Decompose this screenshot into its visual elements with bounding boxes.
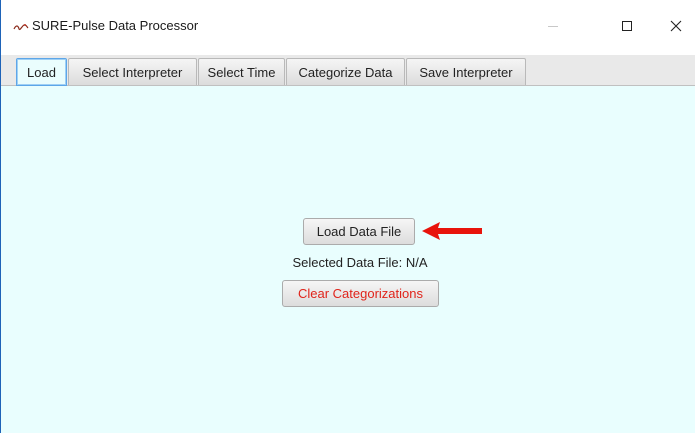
- load-data-file-button[interactable]: Load Data File: [303, 218, 415, 245]
- tab-select-interpreter[interactable]: Select Interpreter: [68, 58, 197, 85]
- maximize-icon: [622, 21, 632, 31]
- app-logo-icon: [13, 24, 29, 31]
- window-title: SURE-Pulse Data Processor: [32, 18, 199, 33]
- close-icon: [670, 20, 682, 32]
- maximize-button[interactable]: [607, 12, 647, 40]
- tab-label: Categorize Data: [298, 64, 393, 80]
- selected-data-file-label: Selected Data File: N/A: [292, 255, 428, 270]
- tab-label: Select Interpreter: [82, 64, 183, 80]
- tab-label: Select Time: [207, 64, 276, 80]
- tab-bar: Load Select Interpreter Select Time Cate…: [1, 55, 695, 86]
- tab-label: Load: [27, 64, 56, 80]
- tab-select-time[interactable]: Select Time: [198, 58, 285, 85]
- left-arrow-icon: [422, 222, 482, 240]
- minimize-button[interactable]: [533, 12, 573, 40]
- app-window: SURE-Pulse Data Processor Load Select In…: [0, 0, 695, 433]
- tab-save-interpreter[interactable]: Save Interpreter: [406, 58, 526, 85]
- title-bar[interactable]: SURE-Pulse Data Processor: [1, 0, 695, 54]
- tab-categorize-data[interactable]: Categorize Data: [286, 58, 405, 85]
- close-button[interactable]: [656, 12, 695, 40]
- tab-load[interactable]: Load: [16, 58, 67, 86]
- clear-categorizations-button[interactable]: Clear Categorizations: [282, 280, 439, 307]
- tab-label: Save Interpreter: [419, 64, 513, 80]
- minimize-icon: [548, 25, 558, 27]
